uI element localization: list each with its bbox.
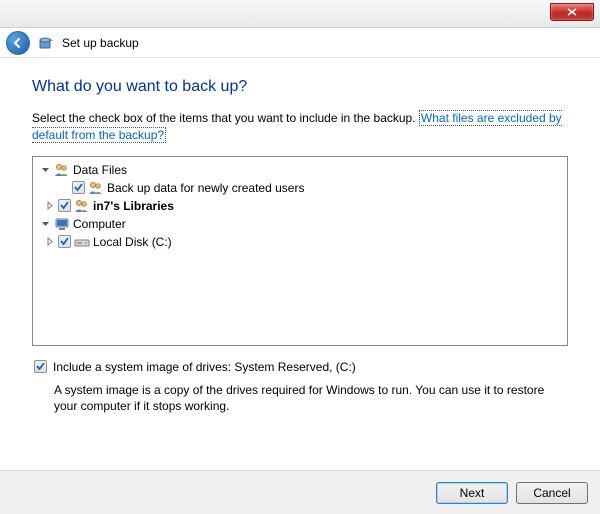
- dialog-footer: Next Cancel: [0, 470, 600, 514]
- arrow-left-icon: [12, 37, 24, 49]
- expand-icon[interactable]: [43, 236, 55, 248]
- collapse-icon[interactable]: [39, 218, 51, 230]
- tree-label: in7's Libraries: [93, 199, 174, 213]
- checkbox-new-users[interactable]: [72, 181, 85, 194]
- titlebar: [0, 0, 600, 28]
- drive-icon: [74, 234, 90, 250]
- tree-label: Computer: [73, 217, 126, 231]
- instruction-text: Select the check box of the items that y…: [32, 110, 568, 144]
- checkbox-local-disk[interactable]: [58, 235, 71, 248]
- cancel-button[interactable]: Cancel: [516, 482, 588, 504]
- back-button[interactable]: [6, 31, 30, 55]
- next-button[interactable]: Next: [436, 482, 508, 504]
- checkbox-system-image[interactable]: [34, 360, 47, 373]
- users-group-icon: [74, 198, 90, 214]
- header-title: Set up backup: [62, 36, 139, 50]
- backup-items-tree[interactable]: Data Files Back up data for newly create…: [32, 156, 568, 346]
- content-area: What do you want to back up? Select the …: [0, 58, 600, 415]
- collapse-icon[interactable]: [39, 164, 51, 176]
- close-button[interactable]: [550, 3, 594, 21]
- tree-label: Data Files: [73, 163, 127, 177]
- tree-node-data-files[interactable]: Data Files: [35, 161, 565, 179]
- tree-label: Local Disk (C:): [93, 235, 172, 249]
- tree-label: Back up data for newly created users: [107, 181, 304, 195]
- expand-icon[interactable]: [43, 200, 55, 212]
- wizard-header: Set up backup: [0, 28, 600, 58]
- tree-node-new-users[interactable]: Back up data for newly created users: [35, 179, 565, 197]
- system-image-label: Include a system image of drives: System…: [53, 360, 356, 374]
- users-group-icon: [54, 162, 70, 178]
- checkbox-user-libraries[interactable]: [58, 199, 71, 212]
- tree-node-local-disk[interactable]: Local Disk (C:): [35, 233, 565, 251]
- instruction-prefix: Select the check box of the items that y…: [32, 111, 419, 125]
- close-icon: [567, 8, 577, 16]
- system-image-row: Include a system image of drives: System…: [32, 360, 568, 374]
- backup-wizard-icon: [36, 33, 56, 53]
- system-image-description: A system image is a copy of the drives r…: [32, 382, 568, 416]
- page-heading: What do you want to back up?: [32, 78, 568, 96]
- computer-icon: [54, 216, 70, 232]
- tree-node-user-libraries[interactable]: in7's Libraries: [35, 197, 565, 215]
- tree-node-computer[interactable]: Computer: [35, 215, 565, 233]
- users-group-icon: [88, 180, 104, 196]
